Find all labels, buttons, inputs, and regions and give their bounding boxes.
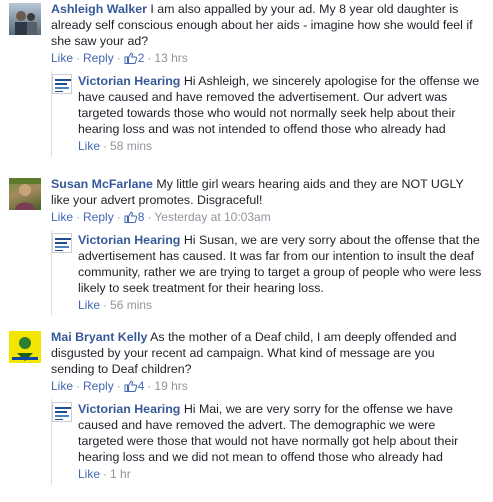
comment: Mai Bryant Kelly As the mother of a Deaf… [0, 329, 493, 394]
like-count[interactable]: 2 [124, 51, 144, 65]
reply-divider [51, 399, 52, 485]
comment: Ashleigh Walker I am also appalled by yo… [0, 1, 493, 66]
reply-body: Victorian Hearing Hi Ashleigh, we sincer… [78, 73, 482, 137]
reply-author[interactable]: Victorian Hearing [78, 74, 180, 88]
like-link[interactable]: Like [51, 51, 73, 65]
reply-body: Victorian Hearing Hi Susan, we are very … [78, 232, 482, 296]
reply-actions: Like · 58 mins [78, 139, 153, 153]
reply: Victorian Hearing Hi Susan, we are very … [0, 232, 493, 313]
like-link[interactable]: Like [51, 379, 73, 393]
comment-body: Mai Bryant Kelly As the mother of a Deaf… [51, 329, 481, 377]
reply-author[interactable]: Victorian Hearing [78, 402, 180, 416]
comment-body: Susan McFarlane My little girl wears hea… [51, 176, 481, 208]
comment-body: Ashleigh Walker I am also appalled by yo… [51, 1, 481, 49]
like-link[interactable]: Like [78, 298, 100, 312]
comment-time[interactable]: 19 hrs [154, 379, 187, 393]
reply-actions: Like · 56 mins [78, 298, 153, 312]
comment-thread: Mai Bryant Kelly As the mother of a Deaf… [0, 329, 493, 482]
like-link[interactable]: Like [78, 467, 100, 481]
thumbs-up-icon [124, 211, 137, 223]
reply: Victorian Hearing Hi Mai, we are very so… [0, 401, 493, 482]
reply-actions: Like · 1 hr [78, 467, 131, 481]
avatar[interactable] [9, 3, 41, 35]
avatar[interactable] [9, 331, 41, 363]
comment: Susan McFarlane My little girl wears hea… [0, 176, 493, 225]
comment-actions: Like · Reply · 2 · 13 hrs [51, 51, 188, 65]
reply-link[interactable]: Reply [83, 51, 114, 65]
avatar-victorian-hearing[interactable] [52, 402, 72, 422]
reply-author[interactable]: Victorian Hearing [78, 233, 180, 247]
like-count[interactable]: 8 [124, 210, 144, 224]
avatar[interactable] [9, 178, 41, 210]
comment-thread: Susan McFarlane My little girl wears hea… [0, 176, 493, 313]
comment-actions: Like · Reply · 8 · Yesterday at 10:03am [51, 210, 271, 224]
comment-author[interactable]: Susan McFarlane [51, 177, 153, 191]
comment-author[interactable]: Mai Bryant Kelly [51, 330, 147, 344]
comment-time[interactable]: 13 hrs [154, 51, 187, 65]
reply-link[interactable]: Reply [83, 210, 114, 224]
reply-time[interactable]: 56 mins [110, 298, 152, 312]
thumbs-up-icon [124, 380, 137, 392]
like-link[interactable]: Like [51, 210, 73, 224]
comment-actions: Like · Reply · 4 · 19 hrs [51, 379, 188, 393]
comment-author[interactable]: Ashleigh Walker [51, 2, 147, 16]
comment-time[interactable]: Yesterday at 10:03am [154, 210, 270, 224]
like-count[interactable]: 4 [124, 379, 144, 393]
reply-time[interactable]: 1 hr [110, 467, 131, 481]
reply-divider [51, 71, 52, 157]
avatar-victorian-hearing[interactable] [52, 74, 72, 94]
like-link[interactable]: Like [78, 139, 100, 153]
reply-body: Victorian Hearing Hi Mai, we are very so… [78, 401, 482, 465]
reply: Victorian Hearing Hi Ashleigh, we sincer… [0, 73, 493, 154]
reply-time[interactable]: 58 mins [110, 139, 152, 153]
reply-divider [51, 230, 52, 316]
avatar-victorian-hearing[interactable] [52, 233, 72, 253]
thumbs-up-icon [124, 52, 137, 64]
comment-thread: Ashleigh Walker I am also appalled by yo… [0, 1, 493, 154]
reply-link[interactable]: Reply [83, 379, 114, 393]
